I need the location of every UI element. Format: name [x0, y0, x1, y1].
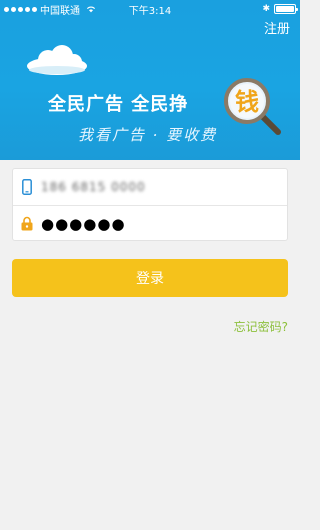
slogan-title: 全民广告 全民挣 — [48, 94, 189, 115]
lock-icon — [21, 216, 33, 231]
password-field[interactable]: ●●●●●● — [13, 205, 287, 241]
phone-input-value[interactable]: 186 6815 0000 — [41, 180, 146, 194]
password-input-value[interactable]: ●●●●●● — [41, 215, 126, 233]
register-link[interactable]: 注册 — [264, 18, 290, 37]
forgot-password-link[interactable]: 忘记密码? — [234, 318, 288, 335]
battery-icon — [274, 4, 298, 14]
login-button[interactable]: 登录 — [12, 259, 288, 297]
status-bar: 中国联通 下午3:14 ✱ — [0, 0, 300, 18]
header-banner: 中国联通 下午3:14 ✱ 注册 全民广告 全民挣 钱 我看广告 · 要收费 — [0, 0, 300, 160]
slogan-highlight: 钱 — [235, 88, 259, 116]
sub-slogan: 我看广告 · 要收费 — [78, 126, 218, 144]
magnifier-logo: 钱 — [224, 78, 281, 135]
phone-field[interactable]: 186 6815 0000 — [13, 169, 287, 205]
phone-icon — [22, 179, 32, 195]
status-time: 下午3:14 — [128, 5, 172, 17]
login-form: 186 6815 0000 ●●●●●● — [12, 168, 288, 241]
cloud-icon — [27, 45, 87, 75]
